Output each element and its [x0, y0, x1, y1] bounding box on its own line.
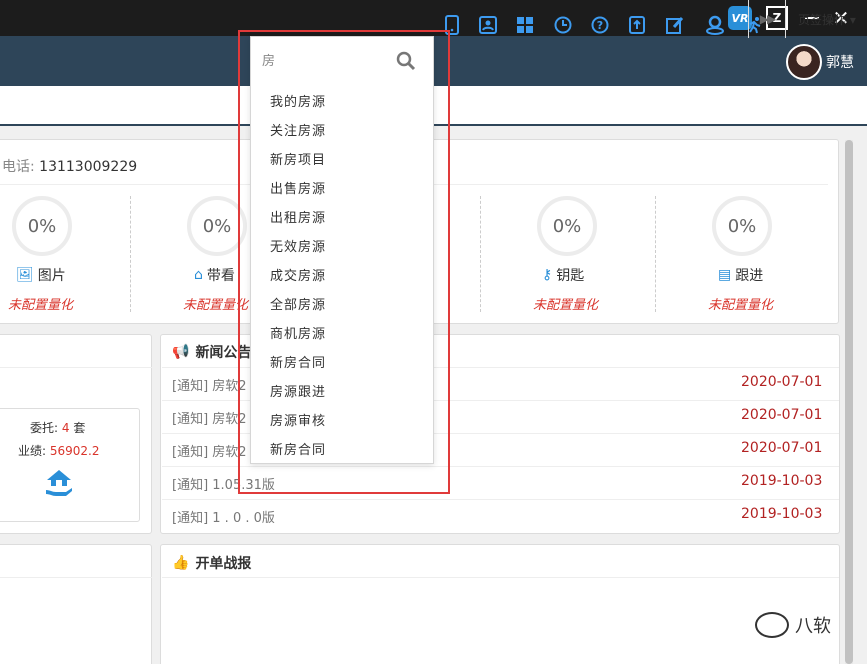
search-result-item[interactable]: 无效房源	[250, 231, 434, 260]
metric-note: 未配置量化	[8, 298, 74, 313]
entrust-count: 委托: 4 套	[30, 421, 86, 435]
news-text[interactable]: [通知] 房软2	[172, 441, 247, 460]
news-text[interactable]: [通知] 房软2	[172, 408, 247, 427]
metric-ring: 0%	[537, 196, 597, 256]
news-text[interactable]: [通知] 房软2	[172, 375, 247, 394]
metric-ring: 0%	[12, 196, 72, 256]
tab-scroll-right-button[interactable]: ▶▶	[748, 0, 786, 38]
image-icon: 🖼	[16, 267, 34, 283]
divider	[162, 577, 839, 578]
contact-card-icon[interactable]	[477, 14, 499, 36]
key-icon: ⚷	[542, 267, 553, 283]
search-result-item[interactable]: 房源审核	[250, 405, 434, 434]
search-result-item[interactable]: 我的房源	[250, 86, 434, 115]
search-result-item[interactable]: 成交房源	[250, 260, 434, 289]
tab-operations-dropdown[interactable]: 页签操作 ▾	[798, 11, 856, 28]
metric-label: ⚷ 钥匙	[542, 267, 585, 284]
search-icon[interactable]	[396, 51, 416, 71]
divider	[480, 196, 481, 312]
edit-icon[interactable]	[664, 14, 686, 36]
avatar[interactable]	[786, 44, 822, 80]
news-title: 📢 新闻公告	[172, 344, 252, 361]
news-date: 2019-10-03	[741, 506, 823, 522]
search-result-item[interactable]: 出租房源	[250, 202, 434, 231]
search-result-item[interactable]: 出售房源	[250, 173, 434, 202]
news-text[interactable]: [通知] 1.05.31版	[172, 474, 275, 493]
search-result-item[interactable]: 新房合同	[250, 434, 434, 463]
divider	[0, 367, 152, 368]
svg-text:?: ?	[597, 19, 603, 32]
user-name[interactable]: 郭慧	[826, 52, 854, 72]
divider	[0, 577, 152, 578]
watermark: 八软	[755, 612, 831, 638]
metric-label: ⌂ 带看	[194, 267, 235, 284]
person-icon: ⌂	[194, 267, 203, 283]
metric-note: 未配置量化	[533, 298, 599, 313]
search-result-item[interactable]: 房源跟进	[250, 376, 434, 405]
upload-icon[interactable]	[626, 14, 648, 36]
news-date: 2020-07-01	[741, 374, 823, 390]
wechat-icon	[755, 612, 789, 638]
news-date: 2020-07-01	[741, 407, 823, 423]
news-date: 2019-10-03	[741, 473, 823, 489]
megaphone-icon: 📢	[172, 344, 190, 360]
location-icon[interactable]	[704, 14, 726, 36]
metric-note: 未配置量化	[708, 298, 774, 313]
search-result-item[interactable]: 新房项目	[250, 144, 434, 173]
news-text[interactable]: [通知] 1 . 0 . 0版	[172, 507, 275, 526]
grid-icon[interactable]	[514, 14, 536, 36]
search-result-item[interactable]: 新房合同	[250, 347, 434, 376]
search-input[interactable]	[262, 50, 388, 72]
phone-info: 电话: 13113009229	[2, 159, 138, 175]
search-result-item[interactable]: 关注房源	[250, 115, 434, 144]
bottom-left-panel	[0, 544, 152, 664]
metric-ring: 0%	[187, 196, 247, 256]
thumbs-up-icon: 👍	[172, 555, 190, 571]
news-date: 2020-07-01	[741, 440, 823, 456]
metric-note: 未配置量化	[183, 298, 249, 313]
clock-icon[interactable]	[552, 14, 574, 36]
search-result-item[interactable]: 全部房源	[250, 289, 434, 318]
metric-ring: 0%	[712, 196, 772, 256]
metric-label: ▤ 跟进	[718, 267, 764, 284]
metric-label: 🖼 图片	[16, 267, 66, 284]
scrollbar-thumb[interactable]	[845, 140, 853, 664]
search-result-item[interactable]: 商机房源	[250, 318, 434, 347]
house-hand-icon[interactable]	[44, 468, 74, 498]
divider	[655, 196, 656, 312]
report-title: 👍 开单战报	[172, 555, 252, 572]
divider	[130, 196, 131, 312]
performance-value: 业绩: 56902.2	[18, 444, 100, 458]
report-panel	[160, 544, 840, 664]
help-icon[interactable]: ?	[589, 14, 611, 36]
phone-icon[interactable]	[441, 14, 463, 36]
document-icon: ▤	[718, 267, 732, 283]
